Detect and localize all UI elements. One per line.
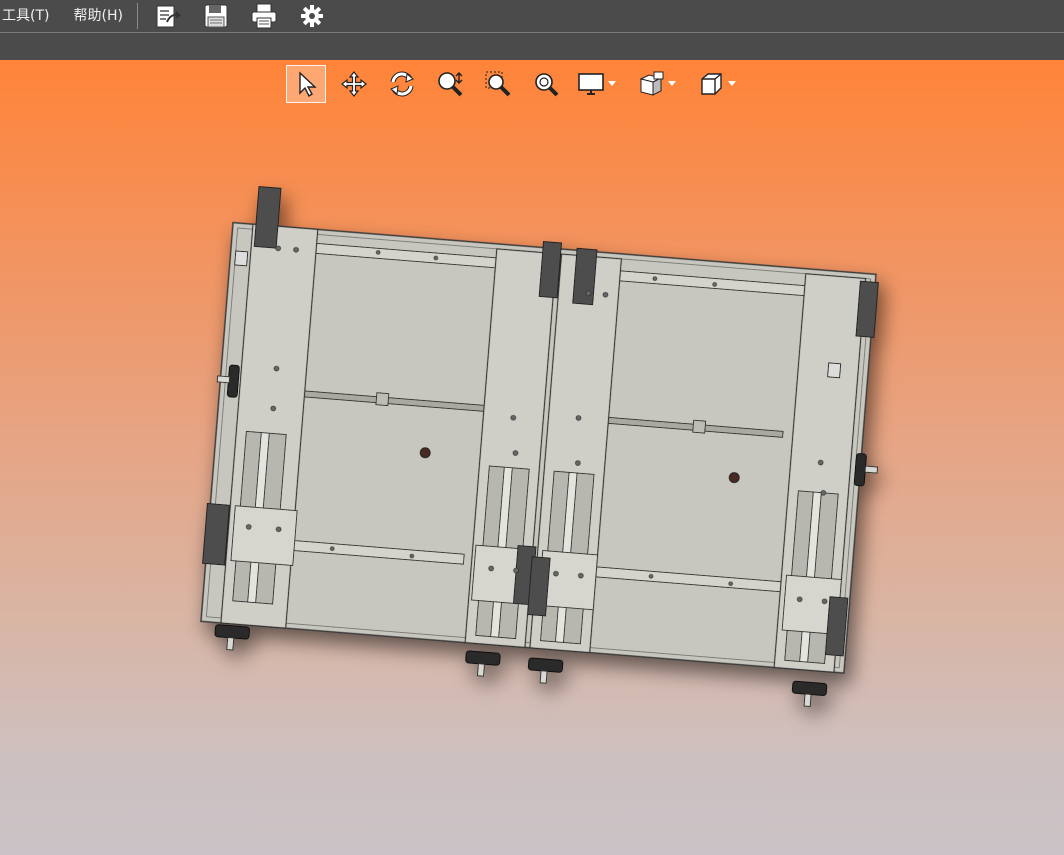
save-button[interactable] <box>192 0 240 32</box>
display-style-dropdown[interactable] <box>668 65 688 103</box>
gear-icon <box>300 5 323 27</box>
view-orientation-dropdown[interactable] <box>728 65 748 103</box>
display-style-icon <box>639 71 664 96</box>
zoom-fit-button[interactable] <box>526 65 566 103</box>
menu-separator <box>136 3 138 29</box>
chevron-down-icon <box>608 81 616 86</box>
menu-tools[interactable]: 工具(T) <box>0 0 61 32</box>
view-orientation-button[interactable] <box>694 65 728 103</box>
cad-model-assembly[interactable] <box>0 60 1064 855</box>
frame-assembly <box>200 186 879 707</box>
menu-help[interactable]: 帮助(H) <box>61 0 134 32</box>
view-toolbar <box>286 64 754 104</box>
open-document-icon <box>156 5 181 28</box>
display-monitor-icon <box>578 73 604 95</box>
3d-viewport[interactable] <box>0 60 1064 855</box>
select-tool-button[interactable] <box>286 65 326 103</box>
rotate-tool-button[interactable] <box>382 65 422 103</box>
select-arrow-icon <box>299 71 317 98</box>
print-button[interactable] <box>240 0 288 32</box>
open-button[interactable] <box>144 0 192 32</box>
zoom-tool-button[interactable] <box>430 65 470 103</box>
zoom-fit-icon <box>535 73 559 97</box>
display-dropdown[interactable] <box>608 65 628 103</box>
pan-move-icon <box>341 71 367 97</box>
chevron-down-icon <box>728 81 736 86</box>
zoom-window-icon <box>485 71 511 97</box>
settings-button[interactable] <box>288 0 336 32</box>
view-cube-icon <box>701 73 722 95</box>
zoom-icon <box>438 72 463 97</box>
secondary-toolbar <box>0 32 1064 60</box>
save-icon <box>204 4 228 28</box>
print-icon <box>251 3 277 29</box>
chevron-down-icon <box>668 81 676 86</box>
rotate-icon <box>390 71 414 97</box>
pan-tool-button[interactable] <box>334 65 374 103</box>
display-button[interactable] <box>574 65 608 103</box>
menu-bar: 工具(T) 帮助(H) <box>0 0 1064 32</box>
zoom-window-button[interactable] <box>478 65 518 103</box>
display-style-button[interactable] <box>634 65 668 103</box>
